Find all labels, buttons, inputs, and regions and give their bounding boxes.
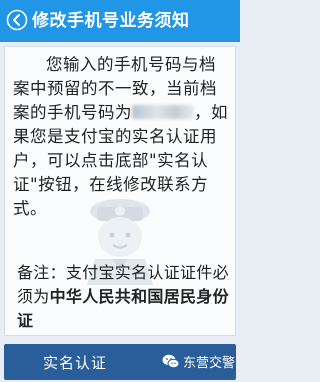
title-bar: 修改手机号业务须知 [0, 0, 240, 42]
notice-card: 您输入的手机号码与档案中预留的不一致，当前档案的手机号码为 ，如果您是支付宝的实名… [4, 46, 236, 336]
bottom-bar: 实名认证 东营交警 [0, 336, 240, 382]
watermark: 东营交警 [162, 352, 235, 371]
back-arrow-icon[interactable] [6, 9, 28, 31]
wechat-logo-icon [162, 354, 180, 369]
page-title: 修改手机号业务须知 [32, 11, 190, 31]
watermark-text: 东营交警 [183, 356, 236, 371]
note-paragraph: 备注：支付宝实名认证证件必须为中华人民共和国居民身份证 [17, 261, 229, 333]
notice-paragraph: 您输入的手机号码与档案中预留的不一致，当前档案的手机号码为 ，如果您是支付宝的实名… [13, 53, 231, 221]
masked-phone-number [132, 105, 194, 119]
note-bold-text: 中华人民共和国居民身份证 [17, 287, 229, 330]
